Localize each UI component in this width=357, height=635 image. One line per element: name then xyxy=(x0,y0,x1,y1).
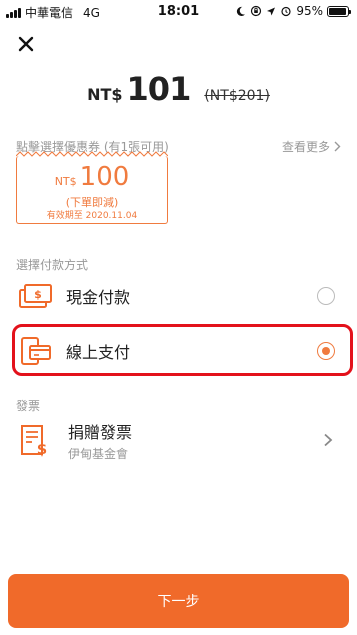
price-display: NT$ 101 (NT$201) xyxy=(0,70,357,108)
online-payment-icon xyxy=(21,337,51,365)
invoice-icon: $ xyxy=(21,425,47,457)
invoice-title: 捐贈發票 xyxy=(68,422,133,442)
coupon-expiry: 有效期至 2020.11.04 xyxy=(46,211,138,221)
svg-text:$: $ xyxy=(34,288,42,301)
online-radio[interactable] xyxy=(317,342,335,360)
coupon-amount: 100 xyxy=(79,162,130,192)
svg-text:$: $ xyxy=(37,440,47,457)
payment-option-online-label: 線上支付 xyxy=(66,343,131,362)
invoice-text: 捐贈發票 伊甸基金會 xyxy=(68,419,323,462)
payment-option-online[interactable]: 線上支付 xyxy=(12,329,345,373)
price-amount: 101 xyxy=(126,70,192,108)
alarm-icon xyxy=(281,6,291,17)
status-right: 95% xyxy=(235,4,351,18)
battery-percent: 95% xyxy=(296,4,323,18)
lock-rotation-icon xyxy=(251,5,262,17)
cash-icon: $ xyxy=(19,284,52,308)
payment-option-cash[interactable]: $ 現金付款 xyxy=(12,274,345,318)
invoice-subtitle: 伊甸基金會 xyxy=(68,446,129,461)
coupon-card[interactable]: NT$ 100 (下單即減) 有效期至 2020.11.04 xyxy=(16,151,168,224)
close-icon xyxy=(18,36,34,52)
coupon-zigzag-edge xyxy=(16,151,168,157)
invoice-section-title: 發票 xyxy=(16,399,41,413)
moon-icon xyxy=(237,6,246,16)
status-bar: 中華電信 4G 18:01 95% xyxy=(0,0,357,22)
invoice-option[interactable]: $ 捐贈發票 伊甸基金會 xyxy=(12,416,345,464)
original-price: (NT$201) xyxy=(204,88,270,104)
next-step-button[interactable]: 下一步 xyxy=(8,574,349,628)
battery-fill xyxy=(329,7,347,15)
coupon-value: NT$ 100 xyxy=(17,162,167,192)
location-icon xyxy=(267,7,276,15)
price-currency: NT$ xyxy=(87,85,123,104)
close-button[interactable] xyxy=(14,32,38,56)
see-more-link[interactable]: 查看更多 xyxy=(282,138,341,155)
see-more-label: 查看更多 xyxy=(281,140,330,154)
payment-section-title: 選擇付款方式 xyxy=(16,258,89,272)
next-step-label: 下一步 xyxy=(157,594,200,610)
chevron-right-icon xyxy=(324,433,333,447)
coupon-currency: NT$ xyxy=(54,175,77,188)
cash-radio[interactable] xyxy=(317,287,335,305)
chevron-right-icon xyxy=(334,141,341,152)
payment-option-cash-label: 現金付款 xyxy=(66,288,131,307)
battery-icon xyxy=(327,5,351,17)
